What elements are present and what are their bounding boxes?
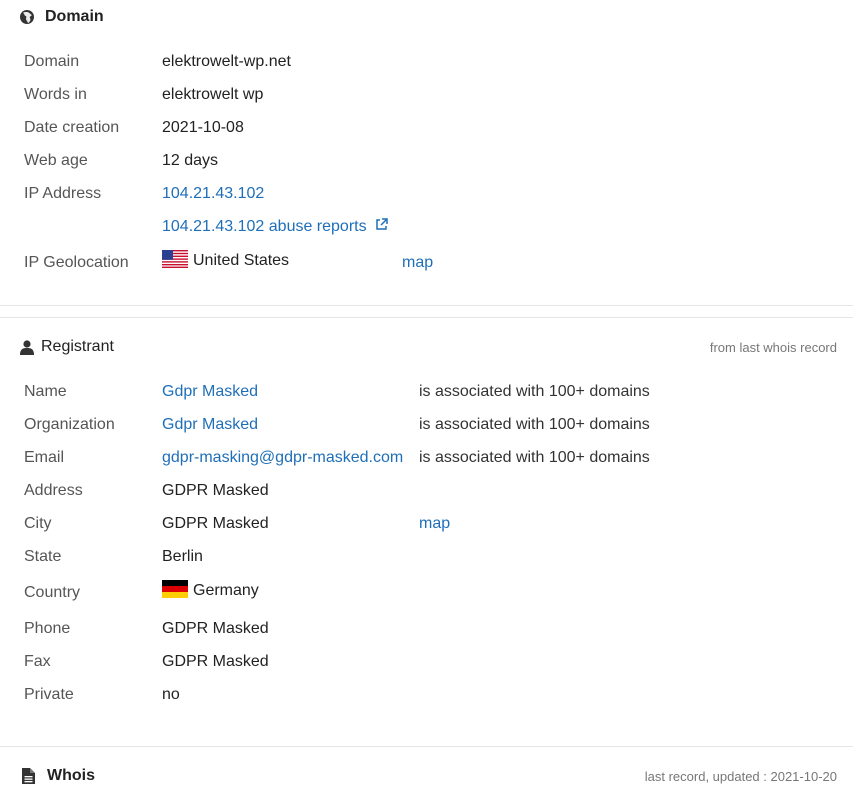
registrant-section-title: Registrant bbox=[41, 338, 114, 355]
geolocation-map-link[interactable]: map bbox=[402, 252, 433, 274]
state-value: Berlin bbox=[162, 548, 203, 565]
words-in-label: Words in bbox=[24, 86, 87, 103]
domain-label: Domain bbox=[24, 53, 80, 70]
geolocation-value: United States bbox=[162, 250, 289, 272]
geolocation-country: United States bbox=[193, 252, 290, 269]
ip-address-label: IP Address bbox=[24, 185, 102, 202]
private-label: Private bbox=[24, 686, 74, 703]
abuse-reports-link-wrap[interactable]: 104.21.43.102 abuse reports bbox=[162, 216, 389, 239]
divider bbox=[0, 746, 853, 747]
private-value: no bbox=[162, 686, 180, 703]
country-label: Country bbox=[24, 584, 81, 601]
us-flag-icon bbox=[162, 250, 188, 268]
web-age-label: Web age bbox=[24, 152, 88, 169]
abuse-reports-link[interactable]: 104.21.43.102 abuse reports bbox=[162, 218, 367, 235]
organization-label: Organization bbox=[24, 416, 115, 433]
state-label: State bbox=[24, 548, 62, 565]
whois-section-title: Whois bbox=[47, 767, 95, 784]
country-name: Germany bbox=[193, 582, 259, 599]
fax-value: GDPR Masked bbox=[162, 653, 269, 670]
name-association: is associated with 100+ domains bbox=[419, 383, 650, 400]
ip-address-link[interactable]: 104.21.43.102 bbox=[162, 183, 264, 205]
phone-value: GDPR Masked bbox=[162, 620, 269, 637]
address-value: GDPR Masked bbox=[162, 482, 269, 499]
email-association: is associated with 100+ domains bbox=[419, 449, 650, 466]
city-label: City bbox=[24, 515, 52, 532]
city-map-link[interactable]: map bbox=[419, 513, 450, 535]
organization-association: is associated with 100+ domains bbox=[419, 416, 650, 433]
web-age-value: 12 days bbox=[162, 152, 219, 169]
divider bbox=[0, 317, 853, 318]
domain-value: elektrowelt-wp.net bbox=[162, 53, 291, 70]
ip-geolocation-label: IP Geolocation bbox=[24, 254, 129, 271]
name-label: Name bbox=[24, 383, 67, 400]
date-creation-label: Date creation bbox=[24, 119, 120, 136]
whois-section-note: last record, updated : 2021-10-20 bbox=[644, 768, 837, 784]
email-label: Email bbox=[24, 449, 65, 466]
user-icon bbox=[19, 339, 35, 355]
name-link[interactable]: Gdpr Masked bbox=[162, 381, 258, 403]
divider bbox=[0, 305, 853, 306]
registrant-section-note: from last whois record bbox=[709, 339, 837, 355]
domain-section-header: Domain bbox=[0, 5, 853, 29]
organization-link[interactable]: Gdpr Masked bbox=[162, 414, 258, 436]
phone-label: Phone bbox=[24, 620, 71, 637]
city-value: GDPR Masked bbox=[162, 515, 269, 532]
date-creation-value: 2021-10-08 bbox=[162, 119, 244, 136]
external-link-icon[interactable] bbox=[374, 217, 389, 239]
whois-section-header: Whois last record, updated : 2021-10-20 bbox=[0, 764, 853, 788]
document-icon bbox=[20, 768, 36, 784]
address-label: Address bbox=[24, 482, 83, 499]
words-in-value: elektrowelt wp bbox=[162, 86, 264, 103]
globe-icon bbox=[19, 9, 35, 25]
registrant-section-header: Registrant from last whois record bbox=[0, 335, 853, 359]
fax-label: Fax bbox=[24, 653, 51, 670]
germany-flag-icon bbox=[162, 580, 188, 598]
email-link[interactable]: gdpr-masking@gdpr-masked.com bbox=[162, 447, 403, 469]
domain-section-title: Domain bbox=[45, 8, 104, 25]
country-value: Germany bbox=[162, 580, 259, 602]
